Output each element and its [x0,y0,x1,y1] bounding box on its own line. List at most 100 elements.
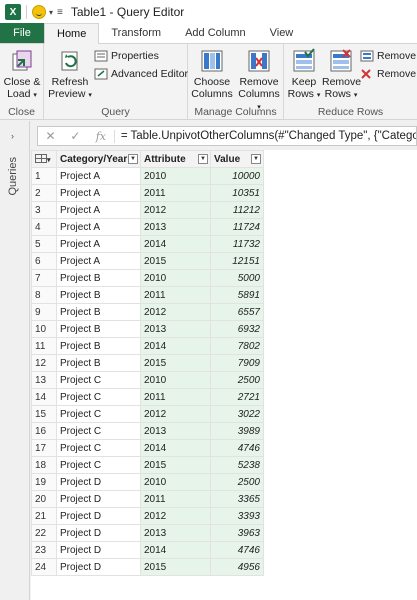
value-cell[interactable]: 10000 [210,167,264,185]
remove-duplicates-button[interactable]: Remove Du [360,50,417,62]
table-row[interactable]: 9 Project B 2012 6557 [31,303,264,321]
category-cell[interactable]: Project B [56,320,141,338]
value-cell[interactable]: 5238 [210,456,264,474]
attribute-cell[interactable]: 2012 [140,507,211,525]
column-header-category-year[interactable]: Category/Year ▼ [56,150,141,168]
attribute-cell[interactable]: 2012 [140,201,211,219]
filter-dropdown-icon[interactable]: ▼ [128,154,138,164]
row-number[interactable]: 20 [31,490,57,508]
row-number[interactable]: 2 [31,184,57,202]
tab-transform[interactable]: Transform [99,23,173,43]
table-row[interactable]: 11 Project B 2014 7802 [31,337,264,355]
attribute-cell[interactable]: 2011 [140,286,211,304]
value-cell[interactable]: 4746 [210,541,264,559]
remove-columns-button[interactable]: Remove Columns ▾ [236,48,282,114]
row-number[interactable]: 24 [31,558,57,576]
value-cell[interactable]: 5891 [210,286,264,304]
table-menu-button[interactable]: ▾ [31,150,57,168]
attribute-cell[interactable]: 2014 [140,439,211,457]
value-cell[interactable]: 7909 [210,354,264,372]
tab-file[interactable]: File [0,23,44,43]
row-number[interactable]: 13 [31,371,57,389]
table-row[interactable]: 10 Project B 2013 6932 [31,320,264,338]
category-cell[interactable]: Project B [56,337,141,355]
table-row[interactable]: 13 Project C 2010 2500 [31,371,264,389]
value-cell[interactable]: 6932 [210,320,264,338]
category-cell[interactable]: Project B [56,286,141,304]
properties-button[interactable]: Properties [94,50,159,62]
category-cell[interactable]: Project A [56,218,141,236]
attribute-cell[interactable]: 2010 [140,167,211,185]
row-number[interactable]: 8 [31,286,57,304]
tab-home[interactable]: Home [44,23,100,44]
formula-input[interactable]: = Table.UnpivotOtherColumns(#"Changed Ty… [115,130,416,142]
table-row[interactable]: 7 Project B 2010 5000 [31,269,264,287]
value-cell[interactable]: 7802 [210,337,264,355]
attribute-cell[interactable]: 2010 [140,269,211,287]
attribute-cell[interactable]: 2011 [140,388,211,406]
value-cell[interactable]: 4746 [210,439,264,457]
remove-rows-button[interactable]: Remove Rows ▾ [322,48,361,102]
row-number[interactable]: 22 [31,524,57,542]
choose-columns-button[interactable]: Choose Columns [190,48,234,100]
attribute-cell[interactable]: 2015 [140,252,211,270]
table-row[interactable]: 19 Project D 2010 2500 [31,473,264,491]
value-cell[interactable]: 6557 [210,303,264,321]
category-cell[interactable]: Project B [56,269,141,287]
value-cell[interactable]: 10351 [210,184,264,202]
fx-icon[interactable]: fx [88,129,115,143]
table-row[interactable]: 12 Project B 2015 7909 [31,354,264,372]
remove-errors-button[interactable]: Remove Er [360,68,417,80]
row-number[interactable]: 5 [31,235,57,253]
attribute-cell[interactable]: 2011 [140,490,211,508]
table-row[interactable]: 5 Project A 2014 11732 [31,235,264,253]
attribute-cell[interactable]: 2014 [140,541,211,559]
row-number[interactable]: 3 [31,201,57,219]
category-cell[interactable]: Project C [56,439,141,457]
row-number[interactable]: 21 [31,507,57,525]
close-load-button[interactable]: Close & Load ▾ [2,48,42,102]
attribute-cell[interactable]: 2015 [140,354,211,372]
row-number[interactable]: 19 [31,473,57,491]
category-cell[interactable]: Project D [56,507,141,525]
category-cell[interactable]: Project A [56,252,141,270]
attribute-cell[interactable]: 2010 [140,473,211,491]
table-row[interactable]: 16 Project C 2013 3989 [31,422,264,440]
smiley-feedback-icon[interactable] [32,5,46,19]
attribute-cell[interactable]: 2014 [140,337,211,355]
category-cell[interactable]: Project C [56,388,141,406]
table-row[interactable]: 15 Project C 2012 3022 [31,405,264,423]
attribute-cell[interactable]: 2013 [140,320,211,338]
attribute-cell[interactable]: 2015 [140,558,211,576]
table-row[interactable]: 17 Project C 2014 4746 [31,439,264,457]
row-number[interactable]: 1 [31,167,57,185]
category-cell[interactable]: Project D [56,490,141,508]
value-cell[interactable]: 3393 [210,507,264,525]
value-cell[interactable]: 11724 [210,218,264,236]
confirm-formula-icon[interactable]: ✓ [63,129,88,143]
category-cell[interactable]: Project A [56,167,141,185]
category-cell[interactable]: Project C [56,371,141,389]
table-row[interactable]: 3 Project A 2012 11212 [31,201,264,219]
category-cell[interactable]: Project C [56,405,141,423]
value-cell[interactable]: 2500 [210,371,264,389]
row-number[interactable]: 15 [31,405,57,423]
table-row[interactable]: 24 Project D 2015 4956 [31,558,264,576]
table-row[interactable]: 8 Project B 2011 5891 [31,286,264,304]
table-row[interactable]: 22 Project D 2013 3963 [31,524,264,542]
category-cell[interactable]: Project D [56,524,141,542]
category-cell[interactable]: Project D [56,541,141,559]
value-cell[interactable]: 11212 [210,201,264,219]
value-cell[interactable]: 11732 [210,235,264,253]
category-cell[interactable]: Project B [56,354,141,372]
table-row[interactable]: 6 Project A 2015 12151 [31,252,264,270]
row-number[interactable]: 6 [31,252,57,270]
value-cell[interactable]: 2500 [210,473,264,491]
row-number[interactable]: 9 [31,303,57,321]
value-cell[interactable]: 5000 [210,269,264,287]
value-cell[interactable]: 12151 [210,252,264,270]
row-number[interactable]: 11 [31,337,57,355]
table-row[interactable]: 21 Project D 2012 3393 [31,507,264,525]
attribute-cell[interactable]: 2012 [140,303,211,321]
queries-pane[interactable]: › Queries [0,121,30,600]
